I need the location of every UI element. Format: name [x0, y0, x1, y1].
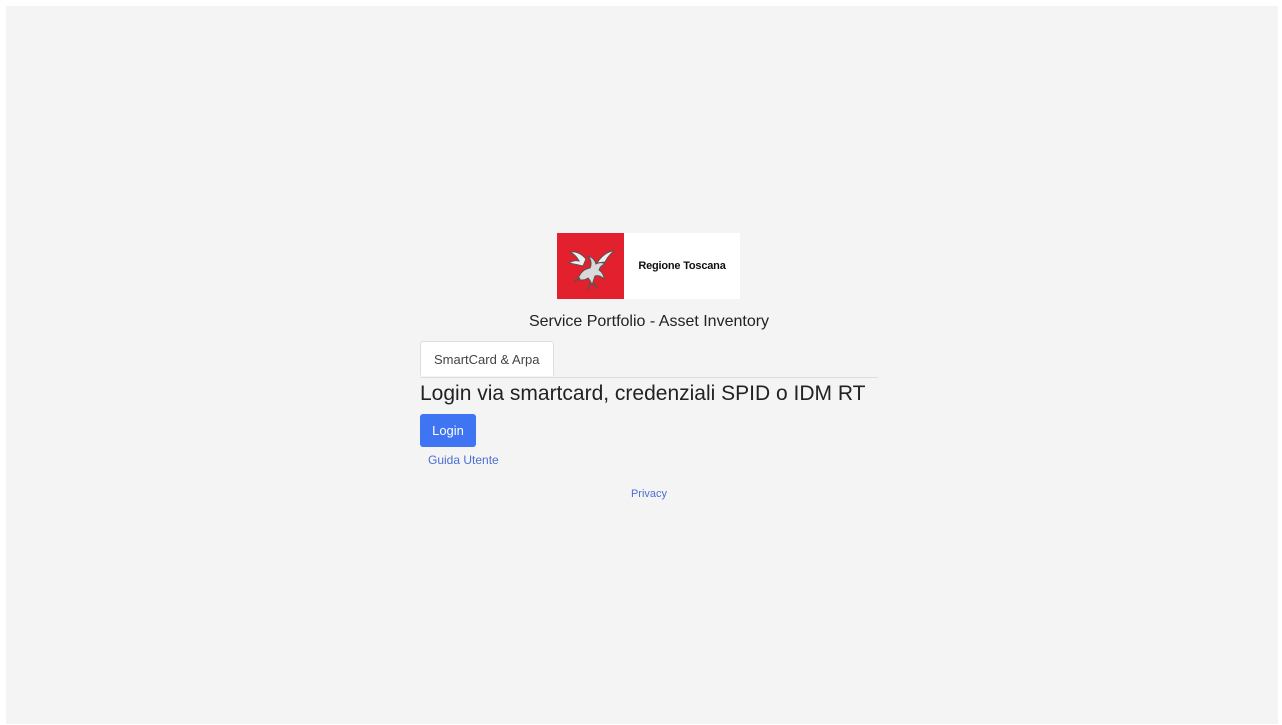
tab-bar: SmartCard & Arpa [420, 341, 878, 378]
login-button[interactable]: Login [420, 414, 476, 447]
page-title: Service Portfolio - Asset Inventory [528, 313, 770, 330]
tab-smartcard-arpa[interactable]: SmartCard & Arpa [420, 341, 554, 376]
user-guide-link[interactable]: Guida Utente [428, 453, 499, 467]
pegasus-icon [557, 233, 624, 299]
login-page: Regione Toscana Service Portfolio - Asse… [6, 6, 1278, 724]
login-heading: Login via smartcard, credenziali SPID o … [420, 382, 866, 405]
regione-toscana-logo: Regione Toscana [557, 233, 740, 299]
privacy-link[interactable]: Privacy [420, 488, 878, 500]
logo-text: Regione Toscana [638, 260, 726, 272]
